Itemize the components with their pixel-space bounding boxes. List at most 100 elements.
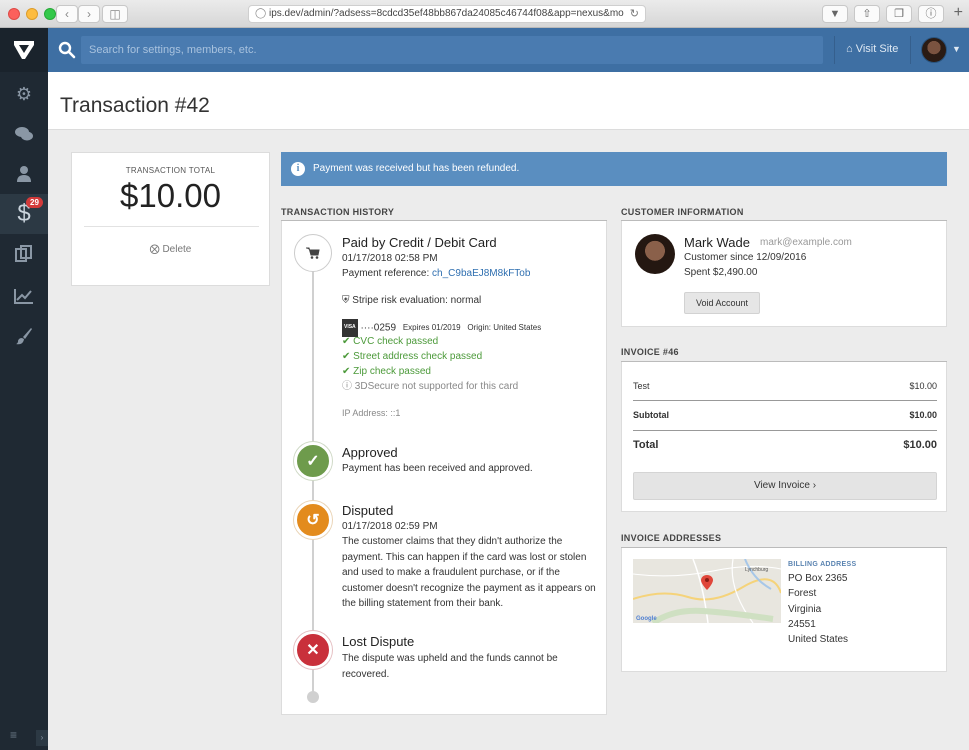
risk-evaluation: ⛨ Stripe risk evaluation: normal: [342, 293, 600, 309]
visit-site-link[interactable]: ⌂ Visit Site: [846, 43, 898, 55]
customer-information-heading: CUSTOMER INFORMATION: [621, 207, 744, 217]
event-title: Paid by Credit / Debit Card: [342, 235, 497, 250]
sidebar-item-customization[interactable]: [0, 316, 48, 356]
lost-dispute-close-icon: ✕: [294, 631, 332, 669]
card-origin: Origin: United States: [467, 323, 542, 333]
search-icon: [58, 41, 76, 59]
ip-address: IP Address: ::1: [342, 408, 401, 418]
customer-email: mark@example.com: [760, 237, 852, 248]
subtotal-label: Subtotal: [633, 410, 669, 420]
delete-label: Delete: [162, 244, 192, 255]
minimize-window-button[interactable]: [26, 8, 38, 20]
transaction-total-label: TRANSACTION TOTAL: [125, 166, 216, 175]
brush-icon: [16, 328, 32, 345]
chart-icon: [14, 289, 33, 304]
divider: [84, 226, 259, 227]
address-line: Forest: [788, 588, 817, 599]
menu-icon[interactable]: ≡: [10, 728, 17, 742]
address-line: 24551: [788, 619, 816, 630]
address-line: United States: [788, 634, 849, 645]
browser-toolbar: ‹ › ◫ ◯ ips.dev/admin/?adsess=8cdcd35ef4…: [0, 0, 969, 28]
sidebar-item-commerce[interactable]: $ 29: [0, 194, 48, 234]
view-invoice-button[interactable]: View Invoice ›: [633, 472, 937, 500]
cart-icon: [294, 234, 332, 272]
void-account-button[interactable]: Void Account: [684, 292, 760, 314]
total-label: Total: [633, 439, 659, 451]
invoice-addresses-panel: Lynchburg Google BILLING ADDRESS PO Box …: [621, 548, 947, 672]
sidebar-item-pages[interactable]: [0, 234, 48, 274]
chevron-down-icon[interactable]: ▼: [952, 44, 961, 54]
forward-button[interactable]: ›: [78, 5, 100, 23]
payment-reference-link[interactable]: ch_C9baEJ8M8kFTob: [432, 268, 530, 279]
sidebar-item-community[interactable]: [0, 114, 48, 154]
sidebar-item-system[interactable]: ⚙: [0, 74, 48, 114]
zip-check: ✔ Zip check passed: [342, 364, 600, 380]
close-window-button[interactable]: [8, 8, 20, 20]
check-icon: ✔: [342, 336, 351, 347]
back-button[interactable]: ‹: [56, 5, 78, 23]
event-title: Lost Dispute: [342, 634, 415, 649]
delete-icon: ⨂: [149, 244, 160, 255]
new-tab-button[interactable]: +: [954, 4, 963, 22]
invoice-total-row: Total $10.00: [633, 439, 937, 451]
threeds-text: 3DSecure not supported for this card: [354, 381, 519, 392]
zip-check-text: Zip check passed: [353, 366, 431, 377]
invoice-item-value: $10.00: [909, 381, 937, 391]
approved-check-icon: ✓: [294, 442, 332, 480]
sidebar-item-members[interactable]: [0, 154, 48, 194]
billing-address-map[interactable]: Lynchburg Google: [633, 559, 781, 623]
address-bar[interactable]: ◯ ips.dev/admin/?adsess=8cdcd35ef48bb867…: [248, 5, 646, 23]
customer-spent: Spent $2,490.00: [684, 267, 758, 278]
admin-header: ⌂ Visit Site ▼: [48, 28, 969, 72]
event-date: 01/17/2018 02:59 PM: [342, 521, 438, 532]
invoice-item-name: Test: [633, 381, 650, 391]
check-icon: ✔: [342, 351, 351, 362]
customer-avatar[interactable]: [635, 234, 675, 274]
gears-icon: ⚙: [15, 83, 33, 104]
street-check-text: Street address check passed: [353, 351, 483, 362]
address-line: PO Box 2365: [788, 573, 848, 584]
map-city-label: Lynchburg: [745, 567, 768, 573]
notification-badge: 29: [26, 197, 43, 208]
user-avatar[interactable]: [921, 37, 947, 63]
reload-icon[interactable]: ↻: [630, 6, 639, 22]
transaction-total-value: $10.00: [120, 177, 221, 214]
cvc-check-text: CVC check passed: [353, 336, 439, 347]
home-icon: ⌂: [846, 43, 853, 55]
info-icon: i: [291, 162, 305, 176]
user-icon: [17, 166, 31, 182]
card-number: ····0259: [360, 322, 397, 334]
info-circle-icon: ⓘ: [342, 381, 352, 392]
site-info-icon: ◯: [255, 8, 267, 19]
customer-since: Customer since 12/09/2016: [684, 252, 807, 263]
tabs-button[interactable]: ❐: [886, 5, 912, 23]
search-input[interactable]: [81, 36, 823, 64]
event-title: Approved: [342, 445, 398, 460]
page-header: Transaction #42: [48, 72, 969, 130]
logo[interactable]: [0, 28, 48, 72]
sidebar-toggle-button[interactable]: ◫: [102, 5, 128, 23]
divider: [633, 430, 937, 431]
share-button[interactable]: ⇧: [854, 5, 880, 23]
invoice-subtotal-row: Subtotal $10.00: [633, 410, 937, 420]
refund-alert: i Payment was received but has been refu…: [281, 152, 947, 186]
extension-button[interactable]: ⓘ: [918, 5, 944, 23]
shield-icon: ⛨: [342, 295, 350, 306]
event-text: The dispute was upheld and the funds can…: [342, 653, 558, 680]
transaction-history-heading: TRANSACTION HISTORY: [281, 207, 395, 217]
transaction-history-panel: Paid by Credit / Debit Card 01/17/2018 0…: [281, 221, 607, 715]
map-brand-label: Google: [636, 616, 657, 622]
event-date: 01/17/2018 02:58 PM: [342, 253, 438, 264]
customer-name[interactable]: Mark Wade: [684, 235, 750, 250]
disputed-undo-icon: ↺: [294, 501, 332, 539]
check-icon: ✔: [342, 366, 351, 377]
downloads-button[interactable]: ▼: [822, 5, 848, 23]
delete-button[interactable]: ⨂ Delete: [72, 244, 269, 255]
threeds-check: ⓘ 3DSecure not supported for this card: [342, 379, 600, 395]
header-divider: [834, 36, 835, 64]
visit-site-label: Visit Site: [855, 43, 899, 55]
zoom-window-button[interactable]: [44, 8, 56, 20]
collapse-sidebar-button[interactable]: ›: [36, 730, 48, 746]
sidebar-item-stats[interactable]: [0, 276, 48, 316]
timeline-end: [307, 691, 319, 703]
